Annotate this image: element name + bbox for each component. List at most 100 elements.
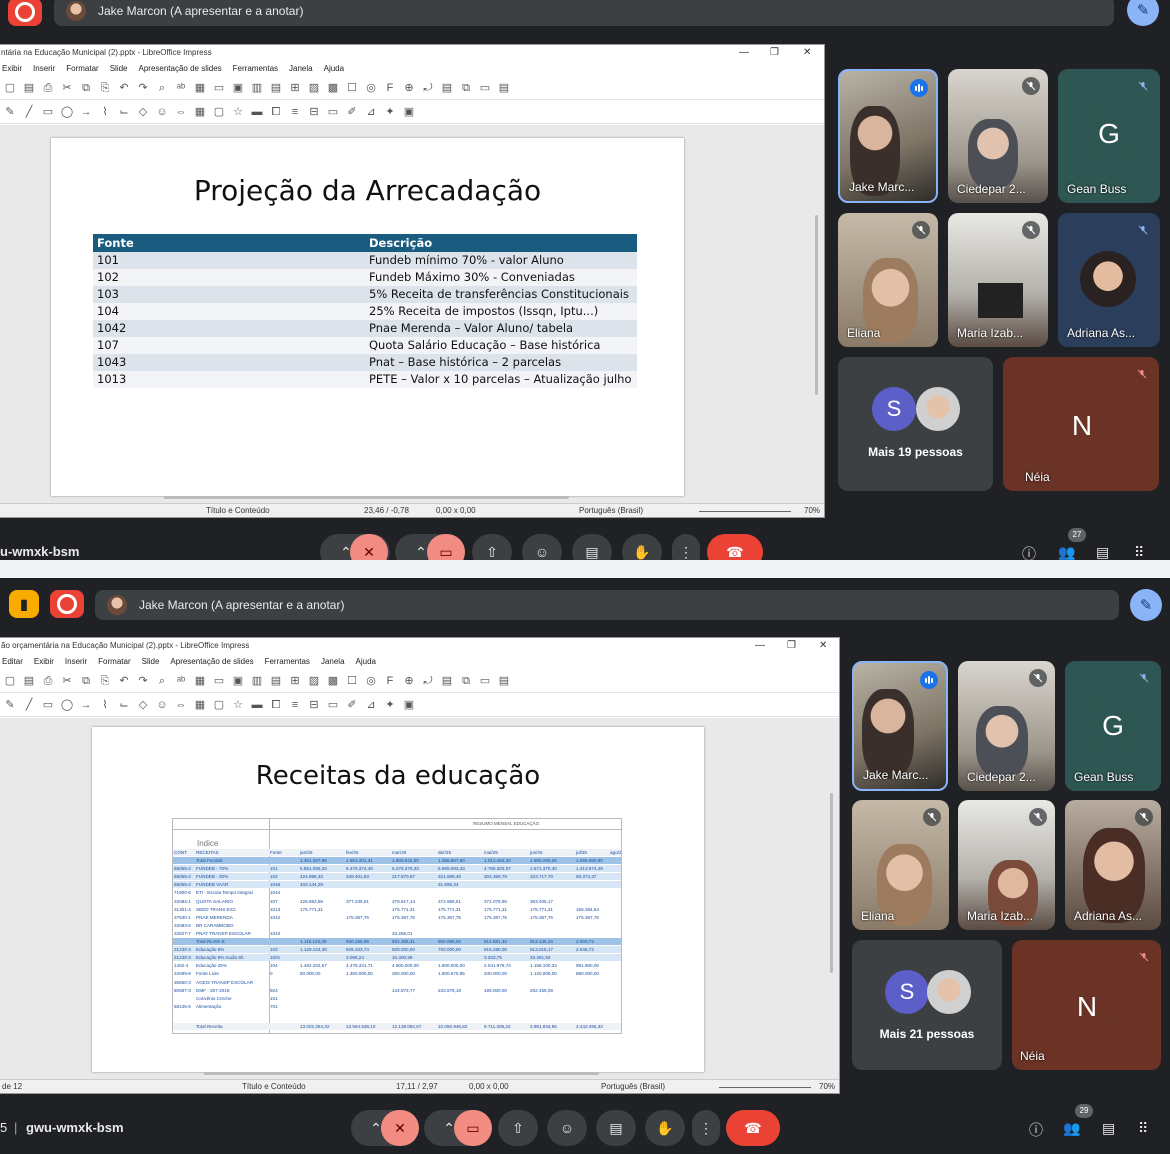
ellipse-icon[interactable]: ◯ [60,698,74,712]
tile-neia[interactable]: N Néia [1003,357,1159,491]
shadow-toggle-icon[interactable]: ▭ [326,698,340,712]
paste-icon[interactable]: ⎘ [98,674,112,688]
symbol-shapes-icon[interactable]: ☺ [155,105,169,119]
display-icon[interactable]: ▭ [212,674,226,688]
copy-icon[interactable]: ⧉ [79,674,93,688]
crop-icon[interactable]: ▤ [497,674,511,688]
more-options-icon[interactable]: ⋮ [672,534,700,560]
textbox-icon[interactable]: ◎ [364,674,378,688]
3d-object-icon[interactable]: ▬ [250,698,264,712]
annotate-pen-icon[interactable]: ✎ [1127,0,1159,26]
grid-icon[interactable]: ▦ [193,674,207,688]
mic-off-icon[interactable]: ✕ [381,1110,419,1146]
vertical-scrollbar[interactable] [815,215,818,395]
rotate-icon[interactable]: ⧠ [269,105,283,119]
menu-item[interactable]: Apresentação de slides [170,657,253,666]
layout-icon[interactable]: ▤ [269,81,283,95]
raise-hand-icon[interactable]: ✋ [645,1110,685,1146]
arrange-icon[interactable]: ⧉ [459,81,473,95]
tile-ciedepar[interactable]: Ciedepar 2... [958,661,1055,791]
menu-item[interactable]: Inserir [33,64,55,73]
hang-up-icon[interactable]: ☎ [707,534,763,560]
maximize-icon[interactable]: ❐ [787,638,796,653]
media-icon[interactable]: ▩ [326,81,340,95]
rectangle-icon[interactable]: ▭ [41,698,55,712]
find-icon[interactable]: ⌕ [155,81,169,95]
print-icon[interactable]: ⎙ [41,674,55,688]
hang-up-icon[interactable]: ☎ [726,1110,780,1146]
present-icon[interactable]: ⇧ [498,1110,538,1146]
recording-button[interactable] [8,0,42,26]
slide-icon[interactable]: ▣ [231,674,245,688]
distribute-icon[interactable]: ⊟ [307,105,321,119]
menu-item[interactable]: Exibir [2,64,22,73]
align-icon[interactable]: ▤ [440,674,454,688]
table-icon[interactable]: ⊞ [288,674,302,688]
shadow-icon[interactable]: ▭ [478,81,492,95]
menu-item[interactable]: Inserir [65,657,87,666]
new-icon[interactable]: ▢ [3,674,17,688]
3d-object-icon[interactable]: ▬ [250,105,264,119]
align-objects-icon[interactable]: ≡ [288,105,302,119]
effects-icon[interactable]: ✦ [383,105,397,119]
rectangle-icon[interactable]: ▭ [41,105,55,119]
crop-icon[interactable]: ▤ [497,81,511,95]
textbox-icon[interactable]: ◎ [364,81,378,95]
shadow-toggle-icon[interactable]: ▭ [326,105,340,119]
stars-icon[interactable]: ☆ [231,698,245,712]
menu-item[interactable]: Ajuda [324,64,344,73]
slide-canvas[interactable]: Receitas da educação RESUMO MENSAL EDUCA… [0,718,839,1079]
arrange-icon[interactable]: ⧉ [459,674,473,688]
image-icon[interactable]: ▨ [307,81,321,95]
menu-item[interactable]: Slide [110,64,128,73]
menu-item[interactable]: Janela [289,64,313,73]
arrow-icon[interactable]: → [79,105,93,119]
points-icon[interactable]: ✐ [345,698,359,712]
arrow-icon[interactable]: → [79,698,93,712]
zoom-slider[interactable] [699,511,791,512]
distribute-icon[interactable]: ⊟ [307,698,321,712]
print-icon[interactable]: ⎙ [41,81,55,95]
tile-ciedepar[interactable]: Ciedepar 2... [948,69,1048,203]
block-arrows-icon[interactable]: ⇔ [174,105,188,119]
slide-canvas[interactable]: Projeção da Arrecadação Fonte Descrição … [0,125,824,503]
master-icon[interactable]: ▥ [250,81,264,95]
menu-item[interactable]: Ferramentas [265,657,310,666]
tile-adriana[interactable]: Adriana As... [1058,213,1160,347]
block-arrows-icon[interactable]: ⇔ [174,698,188,712]
ellipse-icon[interactable]: ◯ [60,105,74,119]
tile-gean[interactable]: G Gean Buss [1058,69,1160,203]
annotate-pen-icon[interactable]: ✎ [1130,589,1162,621]
stars-icon[interactable]: ☆ [231,105,245,119]
spelling-icon[interactable]: ᵃᵇ [174,674,188,688]
tile-others[interactable]: S Mais 21 pessoas [852,940,1002,1070]
slide[interactable]: Projeção da Arrecadação Fonte Descrição … [51,138,684,496]
emoji-icon[interactable]: ☺ [547,1110,587,1146]
interaction-icon[interactable]: ▣ [402,105,416,119]
more-options-icon[interactable]: ⋮ [692,1110,720,1146]
table-icon[interactable]: ⊞ [288,81,302,95]
tile-adriana[interactable]: Adriana As... [1065,800,1161,930]
layout-icon[interactable]: ▤ [269,674,283,688]
menu-item[interactable]: Formatar [66,64,98,73]
activities-icon[interactable]: ⠿ [1134,544,1144,560]
transform-icon[interactable]: ⤾ [421,674,435,688]
master-icon[interactable]: ▥ [250,674,264,688]
chart-icon[interactable]: ☐ [345,81,359,95]
curve-icon[interactable]: ⌇ [98,698,112,712]
callout-icon[interactable]: ▢ [212,105,226,119]
people-icon[interactable]: 👥 [1058,544,1075,560]
line-color-icon[interactable]: ✎ [3,105,17,119]
maximize-icon[interactable]: ❐ [770,45,779,60]
close-icon[interactable]: ✕ [803,45,811,60]
new-icon[interactable]: ▢ [3,81,17,95]
media-icon[interactable]: ▩ [326,674,340,688]
redo-icon[interactable]: ↷ [136,81,150,95]
people-icon[interactable]: 👥 [1063,1120,1080,1137]
horizontal-scrollbar[interactable] [164,496,569,499]
tile-jake[interactable]: Jake Marc... [852,661,948,791]
open-icon[interactable]: ▤ [22,81,36,95]
info-icon[interactable]: ⓘ [1022,544,1036,560]
fontwork-icon[interactable]: F [383,674,397,688]
host-controls-icon[interactable]: ▮ [9,590,39,618]
